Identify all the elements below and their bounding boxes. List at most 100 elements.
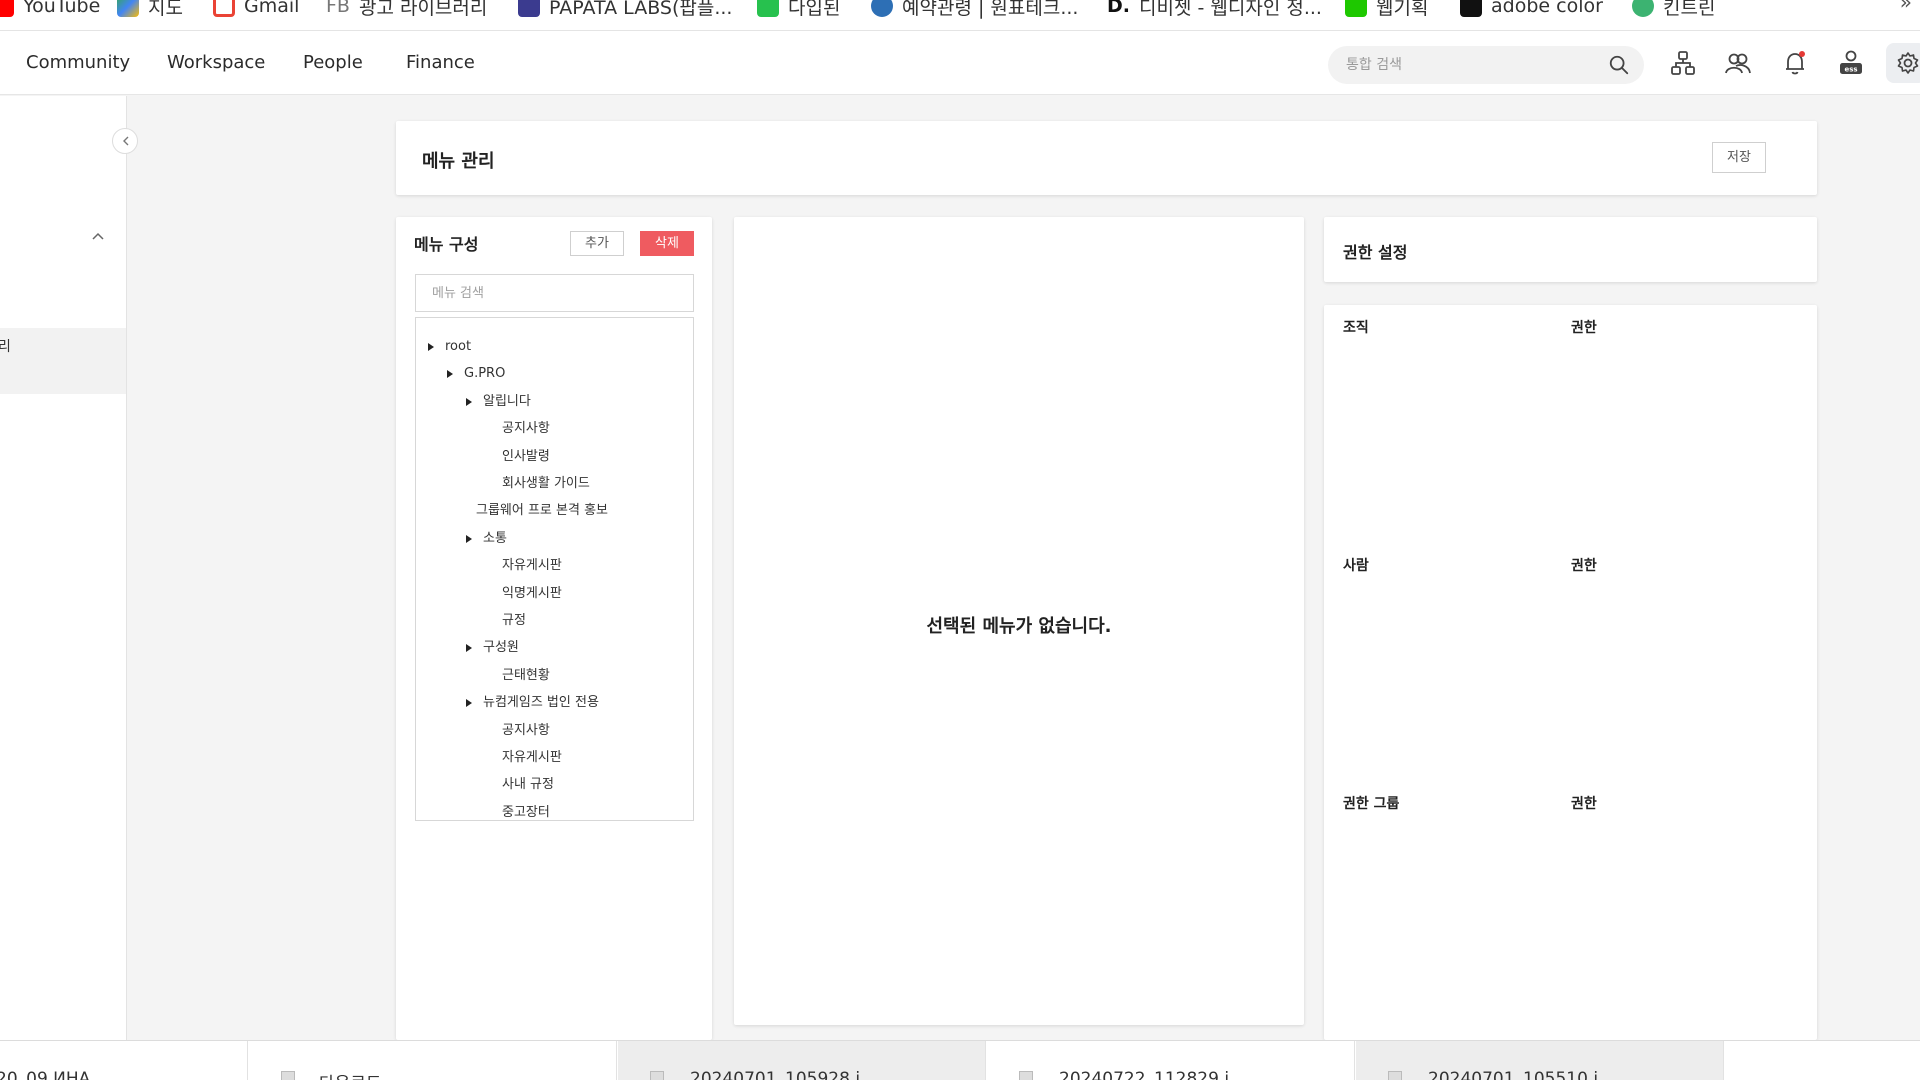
tree-node-label: 그룹웨어 프로 본격 홍보 xyxy=(476,503,608,519)
tree-node-label: 사내 규정 xyxy=(502,777,554,793)
tree-node-label: 소통 xyxy=(483,530,507,546)
tree-node-label: 공지사항 xyxy=(502,421,550,437)
bookmark-dbjet[interactable]: D. 디비젯 - 웹디자인 정... xyxy=(1107,0,1322,21)
tree-node[interactable]: 자유게시판 xyxy=(416,747,693,769)
download-item[interactable]: 다운로드 xyxy=(249,1041,617,1080)
menu-search-input[interactable] xyxy=(416,275,693,311)
file-icon xyxy=(1388,1071,1402,1080)
bookmark-label: 킨트린 xyxy=(1663,0,1716,19)
sidebar-item-label: 리 xyxy=(0,339,11,355)
tree-node-label: 회사생활 가이드 xyxy=(502,476,590,491)
bookmark-kintrin[interactable]: 킨트린 xyxy=(1632,0,1715,21)
tree-node-label: 구성원 xyxy=(483,640,519,656)
bookmark-label: YouTube xyxy=(23,0,101,17)
caret-right-icon[interactable] xyxy=(428,343,434,351)
permission-header-card: 권한 설정 xyxy=(1324,217,1817,282)
tree-node[interactable]: 인사발령 xyxy=(416,446,693,468)
tree-node-label: 공지사항 xyxy=(502,722,550,738)
empty-selection-message: 선택된 메뉴가 없습니다. xyxy=(926,616,1112,637)
sidebar-collapse-button[interactable] xyxy=(112,128,138,154)
tree-node[interactable]: 근태현황 xyxy=(416,665,693,687)
tree-node[interactable]: 중고장터 xyxy=(416,802,693,820)
caret-right-icon[interactable] xyxy=(466,699,472,708)
tree-node-label: 알립니다 xyxy=(483,393,531,409)
caret-right-icon[interactable] xyxy=(466,644,472,653)
org-chart-icon[interactable] xyxy=(1669,49,1697,77)
bookmark-gmail[interactable]: Gmail xyxy=(213,0,299,21)
nav-workspace[interactable]: Workspace xyxy=(167,31,265,95)
chevron-left-icon xyxy=(123,136,129,146)
menu-structure-panel: 메뉴 구성 추가 삭제 rootG.PRO알립니다공지사항인사발령회사생활 가이… xyxy=(396,217,712,1040)
download-label: 20240701_105510.j... xyxy=(1428,1069,1615,1080)
settings-button[interactable] xyxy=(1886,43,1920,83)
bell-icon[interactable] xyxy=(1781,49,1809,77)
global-search xyxy=(1328,46,1644,84)
nav-community[interactable]: Community xyxy=(26,31,130,95)
download-item[interactable]: 20240701_105928.j... xyxy=(618,1041,986,1080)
bookmark-label: Gmail xyxy=(244,0,300,17)
nav-people[interactable]: People xyxy=(303,31,363,95)
bird-icon xyxy=(871,0,893,17)
ess-icon[interactable]: ess xyxy=(1837,49,1865,77)
tree-node[interactable]: 사내 규정 xyxy=(416,774,693,796)
bookmark-label: adobe color xyxy=(1491,0,1603,17)
tree-node[interactable]: G.PRO xyxy=(416,363,693,385)
file-icon xyxy=(650,1071,664,1080)
bookmark-note[interactable]: 다입된 xyxy=(757,0,840,21)
tree-node[interactable]: 익명게시판 xyxy=(416,583,693,605)
tree-node[interactable]: 그룹웨어 프로 본격 홍보 xyxy=(416,500,693,522)
tree-node-label: 뉴컴게임즈 법인 전용 xyxy=(483,695,599,711)
leaf-icon xyxy=(1632,0,1654,17)
tree-node[interactable]: 소통 xyxy=(416,528,693,550)
notification-dot xyxy=(1799,51,1805,57)
menu-tree: root G.PRO 알립니다 공지사항 인사발령 회사생활 가이드 그룹웨어 프로 본격 … xyxy=(415,317,694,821)
bookmark-maps[interactable]: 지도 xyxy=(117,0,183,21)
bookmark-reservation[interactable]: 예약관령 | 원표테크... xyxy=(871,0,1078,21)
permission-title: 권한 설정 xyxy=(1343,243,1408,262)
page-header-card: 메뉴 관리 저장 xyxy=(396,121,1817,195)
tree-node-label: G.PRO xyxy=(464,366,506,382)
tree-node[interactable]: root xyxy=(416,336,693,358)
tree-node[interactable]: 공지사항 xyxy=(416,720,693,742)
sidebar-item-active[interactable]: 리 xyxy=(0,328,126,394)
group-permission-column-label: 권한 xyxy=(1571,796,1597,812)
bookmark-adobe-color[interactable]: adobe color xyxy=(1460,0,1603,21)
tree-node-label: 규정 xyxy=(502,613,526,628)
download-item[interactable]: 20240722_112829.j... xyxy=(987,1041,1355,1080)
tree-node[interactable]: 회사생활 가이드 xyxy=(416,473,693,495)
caret-right-icon[interactable] xyxy=(466,397,472,406)
caret-right-icon[interactable] xyxy=(466,534,472,543)
bookmark-webplan[interactable]: 웹기획 xyxy=(1345,0,1428,21)
tree-node[interactable]: 알립니다 xyxy=(416,391,693,413)
people-icon[interactable] xyxy=(1724,49,1752,77)
tree-node-label: 인사발령 xyxy=(502,448,550,464)
search-icon[interactable] xyxy=(1608,54,1630,76)
download-label: 다운로드 xyxy=(319,1069,382,1080)
add-menu-button[interactable]: 추가 xyxy=(570,231,624,256)
chevron-up-icon[interactable] xyxy=(90,230,106,242)
download-label: 20240701_105928.j... xyxy=(690,1069,877,1080)
papata-icon xyxy=(518,0,540,17)
bookmark-papata[interactable]: PAPATA LABS(팝플... xyxy=(518,0,732,21)
global-search-input[interactable] xyxy=(1346,46,1596,84)
gmail-icon xyxy=(213,0,235,17)
download-item[interactable]: 20240701_105510.j... xyxy=(1356,1041,1724,1080)
tree-node[interactable]: 공지사항 xyxy=(416,418,693,440)
download-item[interactable]: 20_09 ИНА xyxy=(0,1041,248,1080)
caret-right-icon[interactable] xyxy=(447,370,453,379)
menu-detail-panel: 선택된 메뉴가 없습니다. xyxy=(734,217,1304,1025)
bookmark-fb-ads[interactable]: FB 광고 라이브러리 xyxy=(326,0,487,21)
tree-node[interactable]: 뉴컴게임즈 법인 전용 xyxy=(416,692,693,714)
save-button[interactable]: 저장 xyxy=(1712,142,1766,173)
delete-menu-button[interactable]: 삭제 xyxy=(640,231,694,256)
page-title: 메뉴 관리 xyxy=(422,151,495,172)
nav-finance[interactable]: Finance xyxy=(406,31,475,95)
tree-node[interactable]: 구성원 xyxy=(416,637,693,659)
tree-node[interactable]: 규정 xyxy=(416,610,693,632)
tree-node[interactable]: 자유게시판 xyxy=(416,555,693,577)
person-permission-column-label: 권한 xyxy=(1571,558,1597,574)
bookmark-label: 지도 xyxy=(148,0,183,19)
person-column-label: 사람 xyxy=(1343,558,1369,574)
bookmark-youtube[interactable]: YouTube xyxy=(0,0,100,21)
bookmarks-more-icon[interactable]: » xyxy=(1900,0,1912,14)
